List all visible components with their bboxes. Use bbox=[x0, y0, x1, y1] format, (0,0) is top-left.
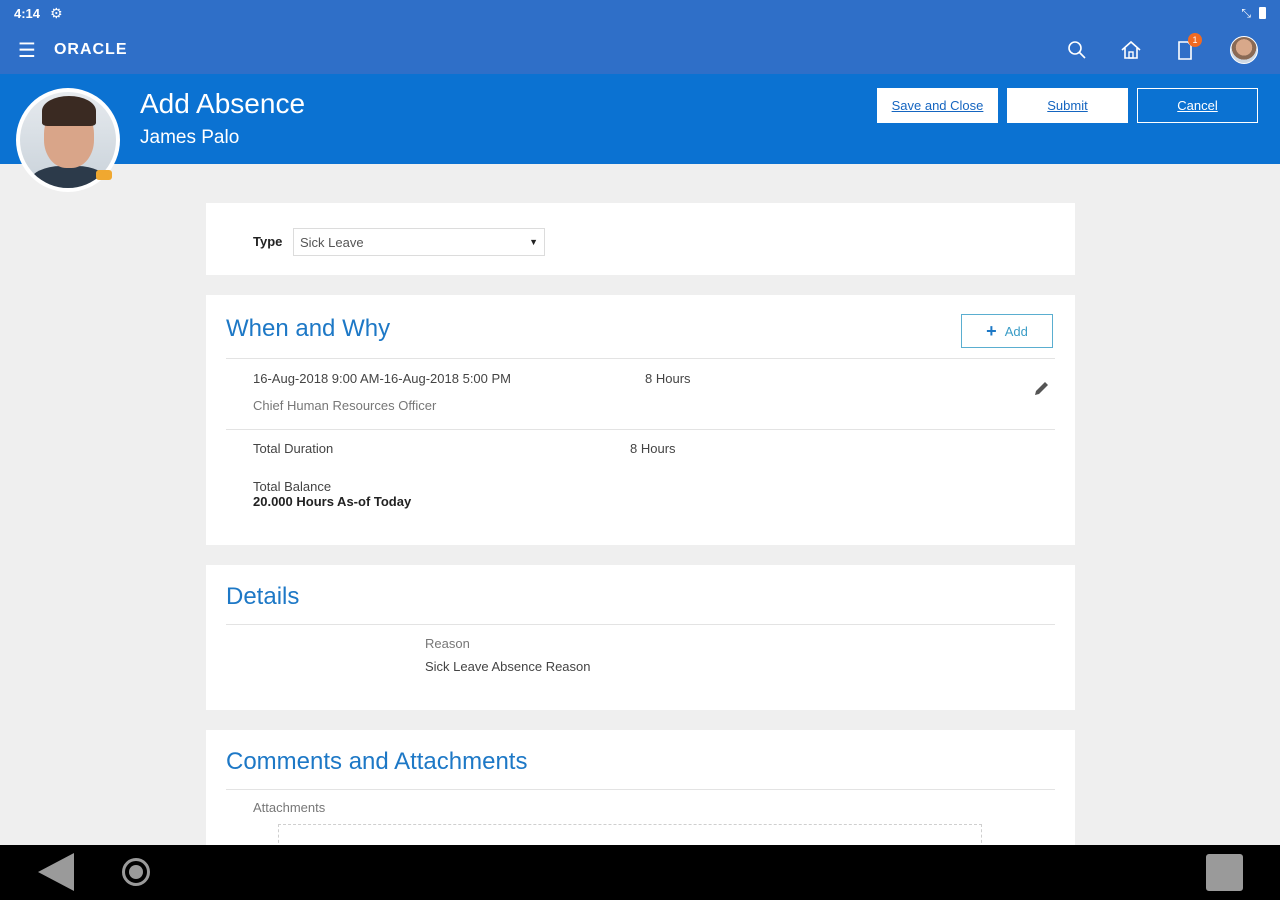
total-duration-label: Total Duration bbox=[253, 441, 334, 456]
type-card: Type Sick Leave ▼ bbox=[206, 203, 1075, 275]
reason-label: Reason bbox=[425, 636, 470, 651]
attachment-dropzone[interactable] bbox=[278, 824, 982, 845]
oracle-logo: ORACLE bbox=[53, 41, 128, 58]
notifications-icon[interactable]: 1 bbox=[1172, 33, 1202, 63]
when-and-why-title: When and Why bbox=[226, 315, 391, 342]
hamburger-menu-icon[interactable]: ☰ bbox=[18, 38, 36, 63]
settings-gear-icon: ⚙ bbox=[50, 4, 63, 21]
user-menu[interactable] bbox=[1226, 36, 1262, 64]
page-title: Add Absence bbox=[140, 88, 306, 119]
absence-date-range: 16-Aug-2018 9:00 AM-16-Aug-2018 5:00 PM bbox=[253, 371, 512, 386]
add-button[interactable]: + Add bbox=[961, 314, 1053, 348]
home-icon[interactable] bbox=[1118, 37, 1144, 63]
type-label: Type bbox=[253, 234, 283, 249]
add-label: Add bbox=[1004, 323, 1028, 339]
status-icons: ⤡ bbox=[1241, 6, 1266, 21]
comments-title: Comments and Attachments bbox=[226, 748, 528, 775]
comments-attachments-card: Comments and Attachments Attachments bbox=[206, 730, 1075, 845]
total-duration-value: 8 Hours bbox=[630, 441, 676, 456]
presence-status-badge bbox=[96, 170, 112, 180]
back-icon[interactable] bbox=[38, 853, 74, 891]
details-card: Details Reason Sick Leave Absence Reason bbox=[206, 565, 1075, 710]
total-balance-label: Total Balance bbox=[253, 479, 332, 494]
person-name: James Palo bbox=[140, 127, 240, 148]
plus-icon: + bbox=[986, 320, 997, 341]
attachments-label: Attachments bbox=[253, 800, 326, 815]
dropdown-arrow-icon: ▼ bbox=[529, 237, 538, 247]
status-time: 4:14 bbox=[14, 5, 41, 21]
save-and-close-button[interactable]: Save and Close bbox=[877, 88, 998, 123]
notification-badge: 1 bbox=[1188, 33, 1202, 47]
divider bbox=[226, 789, 1055, 790]
signal-icon: ⤡ bbox=[1241, 5, 1251, 20]
absence-duration: 8 Hours bbox=[645, 371, 691, 386]
absence-role: Chief Human Resources Officer bbox=[253, 398, 437, 413]
avatar bbox=[1230, 36, 1258, 64]
divider bbox=[226, 624, 1055, 625]
app-bar: ☰ ORACLE 1 bbox=[0, 26, 1280, 74]
edit-pencil-icon[interactable] bbox=[1032, 378, 1052, 398]
submit-button[interactable]: Submit bbox=[1007, 88, 1128, 123]
type-selected-value: Sick Leave bbox=[300, 234, 364, 250]
cancel-button[interactable]: Cancel bbox=[1137, 88, 1258, 123]
type-select[interactable]: Sick Leave ▼ bbox=[293, 228, 545, 256]
when-and-why-card: When and Why + Add 16-Aug-2018 9:00 AM-1… bbox=[206, 295, 1075, 545]
total-balance-value: 20.000 Hours As-of Today bbox=[253, 494, 412, 509]
reason-value: Sick Leave Absence Reason bbox=[425, 659, 591, 674]
battery-icon bbox=[1259, 7, 1266, 19]
system-nav-bar bbox=[0, 845, 1280, 900]
details-title: Details bbox=[226, 583, 300, 610]
status-bar: 4:14 ⚙ ⤡ bbox=[0, 0, 1280, 26]
divider bbox=[226, 358, 1055, 359]
search-icon[interactable] bbox=[1064, 37, 1090, 63]
home-circle-icon[interactable] bbox=[122, 858, 150, 886]
divider bbox=[226, 429, 1055, 430]
recent-apps-icon[interactable] bbox=[1206, 854, 1243, 891]
app-bar-actions: 1 bbox=[1064, 33, 1262, 64]
